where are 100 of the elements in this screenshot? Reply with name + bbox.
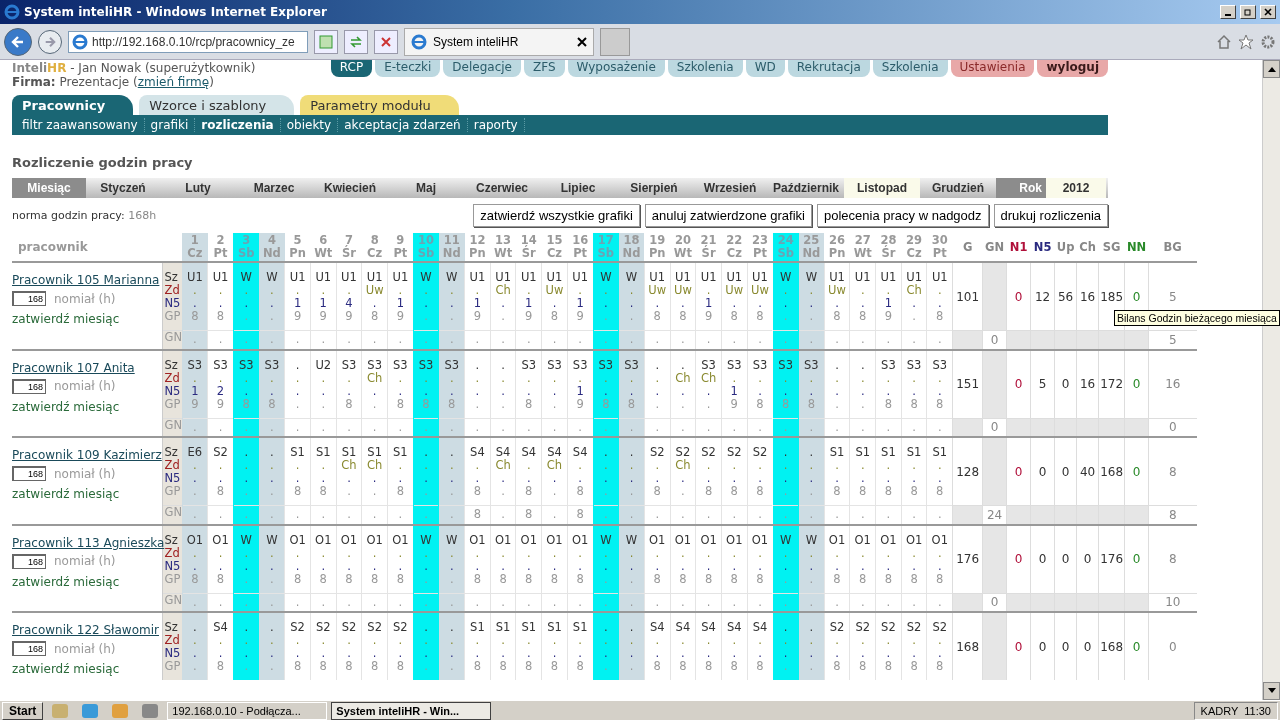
back-button[interactable] xyxy=(4,27,32,56)
norm-input[interactable]: 168 xyxy=(12,553,46,569)
employee-link[interactable]: Pracownik 109 Kazimierz xyxy=(12,448,162,462)
employee-link[interactable]: Pracownik 122 Sławomir xyxy=(12,623,162,637)
norm-input[interactable]: 168 xyxy=(12,641,46,656)
month-tab[interactable]: Sierpień xyxy=(616,178,692,198)
section-tab[interactable]: Pracownicy xyxy=(12,95,134,115)
module-tab[interactable]: E-teczki xyxy=(375,60,441,77)
weekday-label: Wt xyxy=(852,247,873,260)
shift-code: O1 xyxy=(570,533,590,547)
action-button[interactable]: zatwierdź wszystkie grafiki xyxy=(473,204,640,227)
table-cell: . xyxy=(593,330,619,350)
module-tab[interactable]: Szkolenia xyxy=(872,60,948,77)
forward-button[interactable] xyxy=(38,29,62,54)
overtime-value: . xyxy=(397,559,404,573)
sub-navigation-link[interactable]: obiekty xyxy=(280,118,339,132)
taskbar-button[interactable]: 192.168.0.10 - Podłącza... xyxy=(167,701,328,720)
month-tab[interactable]: Listopad xyxy=(844,178,920,198)
scroll-down-icon[interactable] xyxy=(1267,688,1276,694)
sub-navigation-link[interactable]: filtr zaawansowany xyxy=(16,118,145,132)
approve-month-link[interactable]: zatwierdź miesiąc xyxy=(12,399,162,414)
employee-link[interactable]: Pracownik 105 Marianna xyxy=(12,273,162,287)
action-button[interactable]: anuluj zatwierdzone grafiki xyxy=(644,204,812,227)
module-tab[interactable]: RCP xyxy=(330,60,373,77)
hours-value: 8 xyxy=(935,310,945,323)
refresh-icon[interactable] xyxy=(344,29,368,54)
start-button[interactable]: Start xyxy=(2,701,44,720)
hours-value: . xyxy=(500,310,506,323)
approve-month-link[interactable]: zatwierdź miesiąc xyxy=(12,662,162,676)
star-icon[interactable] xyxy=(1238,33,1254,50)
month-tab[interactable]: Czerwiec xyxy=(464,178,540,198)
close-icon[interactable] xyxy=(577,36,587,47)
settings-icon[interactable] xyxy=(1260,33,1276,50)
employee-link[interactable]: Pracownik 113 Agnieszka xyxy=(12,535,162,550)
sub-navigation-link[interactable]: raporty xyxy=(467,118,525,132)
month-tab[interactable]: Wrzesień xyxy=(692,178,768,198)
absence-code: . xyxy=(782,459,789,472)
action-button[interactable]: drukuj rozliczenia xyxy=(993,204,1108,227)
overtime-value: . xyxy=(577,472,583,485)
module-tab[interactable]: Ustawienia xyxy=(950,60,1035,77)
hours-value: . xyxy=(603,660,609,673)
norm-input[interactable]: 168 xyxy=(12,466,46,481)
address-field[interactable]: http://192.168.0.10/rcp/pracownicy_ze xyxy=(68,30,308,53)
approve-month-link[interactable]: zatwierdź miesiąc xyxy=(12,574,162,589)
minimize-button[interactable] xyxy=(1220,5,1236,19)
home-icon[interactable] xyxy=(1216,33,1232,50)
approve-month-link[interactable]: zatwierdź miesiąc xyxy=(12,487,162,501)
module-tab[interactable]: Szkolenia xyxy=(667,60,743,77)
norm-input[interactable]: 168 xyxy=(12,378,46,394)
module-tab[interactable]: Wyposażenie xyxy=(567,60,665,77)
section-tab[interactable]: Wzorce i szablony xyxy=(139,95,295,115)
overtime-value: 1 xyxy=(318,297,328,310)
year-field[interactable]: 2012 xyxy=(1046,178,1106,198)
change-company-link[interactable]: zmień firmę xyxy=(137,75,210,89)
overtime-value: . xyxy=(474,559,481,573)
shift-code: . xyxy=(680,358,686,372)
month-tab[interactable]: Maj xyxy=(388,178,464,198)
absence-code: . xyxy=(808,371,815,385)
overtime-value: . xyxy=(808,472,815,485)
absence-code: Uw xyxy=(647,284,668,297)
module-tab[interactable]: Rekrutacja xyxy=(787,60,870,77)
norm-input[interactable]: 168 xyxy=(12,291,46,306)
month-tab[interactable]: Styczeń xyxy=(86,178,160,198)
shift-code: U1 xyxy=(314,271,333,284)
absence-code: . xyxy=(217,634,224,647)
action-button[interactable]: polecenia pracy w nadgodz xyxy=(817,204,989,227)
module-tab[interactable]: ZFS xyxy=(524,60,565,77)
month-tab[interactable]: Październik xyxy=(768,178,844,198)
browser-tab[interactable]: System inteliHR xyxy=(404,27,594,56)
day-number: 9 xyxy=(395,234,406,247)
month-tab[interactable]: Grudzień xyxy=(920,178,996,198)
module-tab[interactable]: WD xyxy=(745,60,785,77)
month-tab[interactable]: Marzec xyxy=(236,178,312,198)
employee-link[interactable]: Pracownik 107 Anita xyxy=(12,360,162,375)
module-tab[interactable]: wyloguj xyxy=(1037,60,1108,77)
sub-navigation-link[interactable]: grafiki xyxy=(144,118,196,132)
shift-code: S4 xyxy=(494,446,512,459)
shift-code: . xyxy=(423,446,429,459)
month-tab[interactable]: Lipiec xyxy=(540,178,616,198)
restore-button[interactable] xyxy=(1240,5,1256,19)
sub-navigation-link[interactable]: rozliczenia xyxy=(195,118,281,132)
app-icon[interactable] xyxy=(142,703,159,718)
module-tab[interactable]: Delegacje xyxy=(443,60,521,77)
approve-month-link[interactable]: zatwierdź miesiąc xyxy=(12,312,162,326)
shift-code: W xyxy=(419,533,433,547)
sub-navigation-link[interactable]: akceptacja zdarzeń xyxy=(338,118,468,132)
close-button[interactable] xyxy=(1260,5,1276,19)
month-tab[interactable]: Kwiecień xyxy=(312,178,388,198)
absence-code: . xyxy=(448,546,455,560)
hours-value: 8 xyxy=(935,572,945,586)
stop-icon[interactable] xyxy=(374,29,398,54)
overtime-value: . xyxy=(705,472,712,485)
scroll-up-icon[interactable] xyxy=(1267,66,1276,72)
month-tab[interactable]: Luty xyxy=(160,178,236,198)
hours-value: . xyxy=(680,397,686,411)
absence-code: Ch xyxy=(340,459,358,472)
taskbar-button[interactable]: System inteliHR - Win... xyxy=(331,701,492,720)
column-header: pracownik xyxy=(18,239,88,254)
section-tab[interactable]: Parametry modułu xyxy=(300,95,459,115)
absence-code: . xyxy=(731,634,738,647)
